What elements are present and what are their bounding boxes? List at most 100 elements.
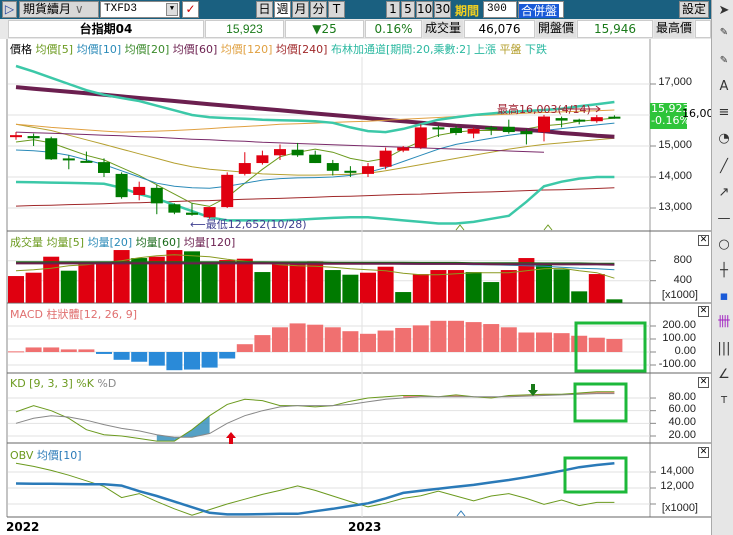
volume-bar [324, 270, 341, 303]
candle-body [608, 116, 621, 119]
ray-icon[interactable]: ↗ [715, 184, 733, 202]
volume-bar [184, 251, 200, 303]
close-icon[interactable]: ✕ [698, 377, 709, 388]
legend-item: 平盤 [495, 43, 522, 56]
macd-bar [201, 352, 218, 368]
candle-body [150, 187, 163, 204]
kd-tick: 80.00 [668, 391, 696, 403]
eraser-all-icon[interactable]: ✎ [715, 52, 733, 70]
candle-body [291, 149, 304, 156]
candle-body [379, 150, 392, 167]
angle-icon[interactable]: ∠ [715, 366, 733, 384]
chart-area[interactable] [0, 0, 711, 535]
macd-bar [43, 347, 60, 352]
candle-body [414, 127, 427, 148]
arrow-left-icon: ⟵ [190, 218, 206, 231]
volume-bar [553, 269, 570, 303]
fan-icon[interactable]: ◔ [715, 130, 733, 148]
legend-item: 下跌 [521, 43, 547, 56]
high-annotation: 最高16,003(4/14) [497, 103, 591, 116]
obv-unit: [x1000] [661, 502, 698, 514]
macd-bar [377, 330, 394, 352]
marker-icon[interactable]: ▪ [715, 288, 733, 306]
macd-legend: MACD 柱狀體[12, 26, 9] [10, 308, 138, 321]
channel-icon[interactable]: 卌 [715, 314, 733, 332]
candle-body [538, 116, 550, 133]
volume-bar [131, 258, 148, 303]
volume-bar [588, 274, 605, 303]
volume-bar [254, 272, 271, 303]
volume-legend: 成交量 均量[5] 均量[20] 均量[60] 均量[120] [10, 234, 235, 250]
price-tick: 17,000 [658, 76, 692, 88]
volume-bar [395, 292, 412, 303]
circle-icon[interactable]: ○ [715, 236, 733, 254]
text-icon[interactable]: A [715, 78, 733, 96]
macd-bar [272, 327, 288, 352]
volume-bar [289, 263, 306, 303]
lines-icon[interactable]: ≡ [715, 104, 733, 122]
candle-body [168, 204, 181, 213]
volume-bar [201, 264, 218, 303]
volume-bar [377, 266, 394, 303]
close-icon[interactable]: ✕ [698, 306, 709, 317]
macd-bar [448, 320, 464, 352]
legend-item: 均價[120] [217, 43, 273, 56]
close-icon[interactable]: ✕ [698, 235, 709, 246]
trendline-icon[interactable]: ╱ [715, 158, 733, 176]
candle-body [221, 174, 234, 208]
macd-bar [184, 352, 200, 370]
volume-unit: [x1000] [661, 289, 698, 301]
macd-bar [8, 351, 24, 353]
candle-body [520, 131, 533, 135]
candle-body [467, 128, 480, 134]
volume-bar [606, 299, 623, 303]
obv-legend-title: OBV [10, 449, 34, 462]
volume-tick: 400 [673, 274, 692, 286]
parallel-lines-icon[interactable]: ||| [715, 340, 733, 358]
volume-bar [412, 274, 429, 303]
price-tick: 13,000 [658, 201, 692, 213]
eraser-one-icon[interactable]: ✎ [715, 24, 733, 42]
macd-bar [606, 339, 623, 352]
macd-bar [465, 322, 482, 352]
obv-legend: OBV 均價[10] [10, 447, 82, 463]
macd-bar [96, 352, 112, 354]
text-tool-icon[interactable]: T [715, 392, 733, 410]
macd-bar [289, 323, 306, 352]
macd-bar [500, 327, 517, 352]
candle-body [362, 166, 374, 174]
low-annotation: ⟵最低12,652(10/28) [190, 216, 307, 232]
date-label: 2023 [348, 520, 382, 534]
candle-body [45, 138, 58, 160]
kd-tick: 40.00 [668, 416, 696, 428]
macd-bar [324, 327, 341, 352]
close-icon[interactable]: ✕ [698, 447, 709, 458]
vertical-line-icon[interactable]: ┼ [715, 262, 733, 280]
price-tick: 14,000 [658, 170, 692, 182]
macd-bar [219, 352, 236, 359]
date-label: 2022 [6, 520, 40, 534]
volume-bar [78, 264, 95, 303]
kd-tick: 60.00 [668, 403, 696, 415]
candle-body [186, 212, 198, 215]
legend-item: 均價[240] [272, 43, 328, 56]
obv-tick: 14,000 [660, 465, 694, 477]
legend-item: 均量[120] [180, 236, 236, 249]
horizontal-line-icon[interactable]: — [715, 210, 733, 228]
pointer-icon[interactable]: ➤ [715, 2, 733, 20]
low-annotation-text: 最低12,652(10/28) [205, 218, 307, 231]
candle-body [133, 186, 146, 195]
volume-bar [96, 263, 112, 303]
volume-bar [113, 250, 130, 303]
legend-item: 均價[20] [121, 43, 170, 56]
price-legend-title: 價格 [10, 43, 32, 56]
macd-bar [25, 347, 42, 352]
macd-bar [483, 324, 500, 352]
legend-item: 均量[20] [84, 236, 133, 249]
legend-item: 布林加通道[期間:20,乘數:2] [327, 43, 471, 56]
candle-body [344, 170, 357, 173]
legend-item: 成交量 [10, 236, 43, 249]
kd-legend-d: %D [97, 377, 117, 390]
kd-legend: KD [9, 3, 3] %K %D [10, 377, 116, 390]
obv-legend-avg: 均價[10] [36, 449, 82, 462]
